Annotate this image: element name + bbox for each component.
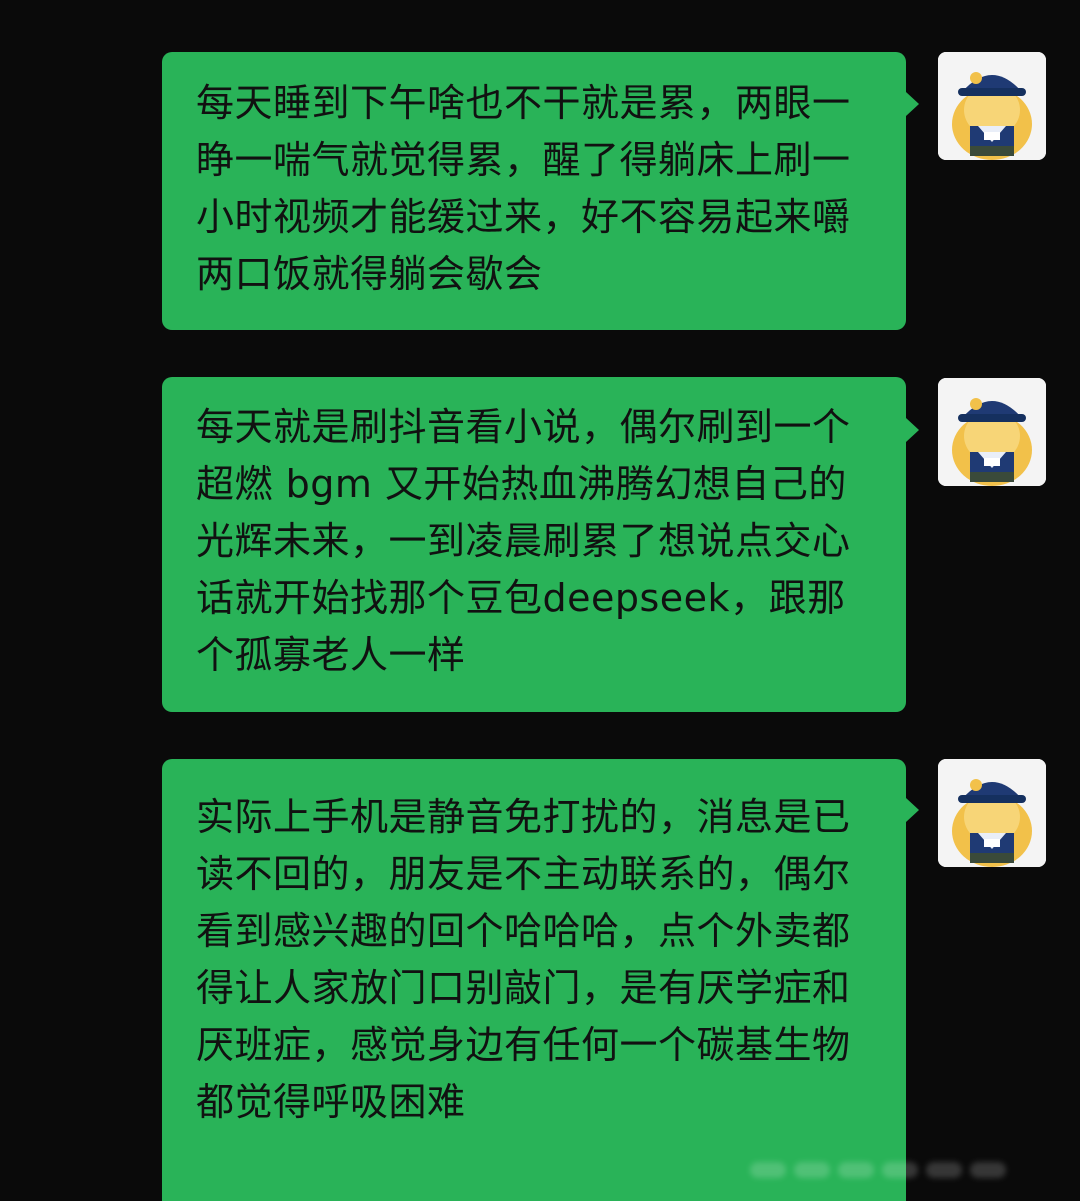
message-text: 实际上手机是静音免打扰的，消息是已读不回的，朋友是不主动联系的，偶尔看到感兴趣的… xyxy=(196,795,851,1124)
message-bubble[interactable]: 实际上手机是静音免打扰的，消息是已读不回的，朋友是不主动联系的，偶尔看到感兴趣的… xyxy=(162,759,906,1201)
message-text: 每天就是刷抖音看小说，偶尔刷到一个超燃 bgm 又开始热血沸腾幻想自己的光辉未来… xyxy=(196,405,851,677)
avatar[interactable] xyxy=(938,52,1046,160)
bubble-tail xyxy=(906,92,919,116)
avatar-egg-mascot-icon xyxy=(938,378,1046,486)
bubble-tail xyxy=(906,418,919,442)
avatar-egg-mascot-icon xyxy=(938,759,1046,867)
bubble-tail xyxy=(906,798,919,822)
avatar[interactable] xyxy=(938,759,1046,867)
message-bubble[interactable]: 每天就是刷抖音看小说，偶尔刷到一个超燃 bgm 又开始热血沸腾幻想自己的光辉未来… xyxy=(162,377,906,712)
message-text: 每天睡到下午啥也不干就是累，两眼一睁一喘气就觉得累，醒了得躺床上刷一小时视频才能… xyxy=(196,81,851,296)
avatar-egg-mascot-icon xyxy=(938,52,1046,160)
avatar[interactable] xyxy=(938,378,1046,486)
blurred-watermark xyxy=(750,1150,1050,1190)
message-bubble[interactable]: 每天睡到下午啥也不干就是累，两眼一睁一喘气就觉得累，醒了得躺床上刷一小时视频才能… xyxy=(162,52,906,330)
